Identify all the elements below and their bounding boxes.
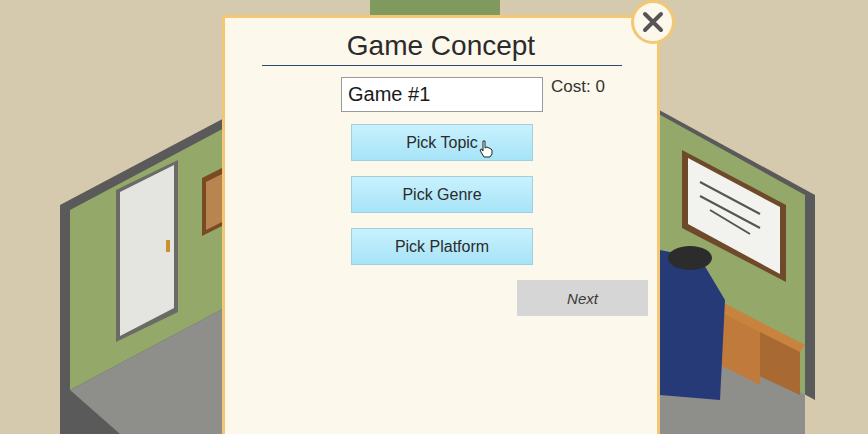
pick-buttons: Pick Topic Pick Genre Pick Platform [225, 124, 657, 265]
bed [660, 246, 725, 400]
close-button[interactable] [631, 0, 675, 44]
title-divider [262, 65, 622, 66]
pick-button[interactable]: Pick Platform [351, 228, 533, 265]
game-name-input[interactable] [341, 77, 543, 112]
next-button[interactable]: Next [517, 280, 648, 316]
hand-cursor-icon [479, 140, 493, 158]
name-row: Cost: 0 [225, 77, 657, 112]
close-x-icon [641, 10, 665, 34]
cost-label: Cost: 0 [551, 77, 605, 97]
dialog-title: Game Concept [225, 29, 657, 63]
game-screen: Game Concept Cost: 0 Pick Topic Pick Gen… [0, 0, 868, 434]
pick-button[interactable]: Pick Topic [351, 124, 533, 161]
pick-button[interactable]: Pick Genre [351, 176, 533, 213]
next-row: Next [225, 280, 657, 316]
game-concept-dialog: Game Concept Cost: 0 Pick Topic Pick Gen… [222, 15, 660, 434]
door[interactable] [116, 160, 178, 342]
